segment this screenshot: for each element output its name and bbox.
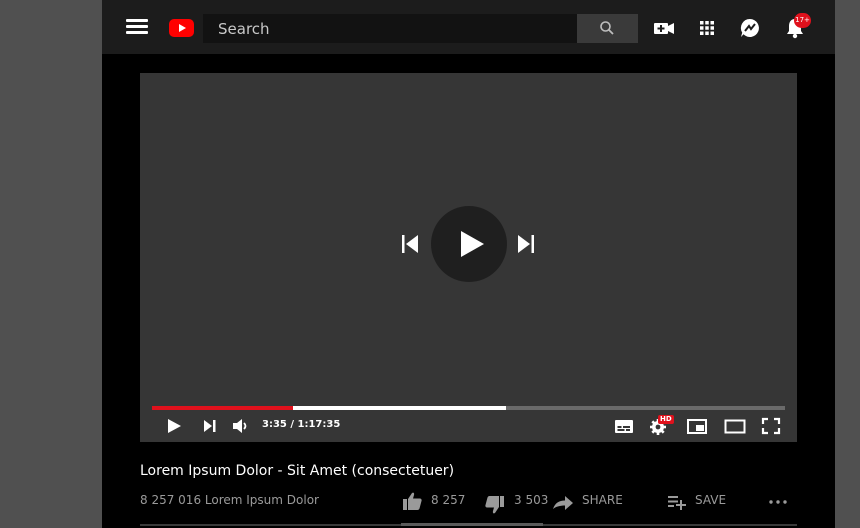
search-input[interactable] [203, 14, 577, 43]
apps-grid-icon[interactable] [694, 15, 720, 41]
thumb-down-icon [485, 496, 504, 514]
theater-icon[interactable] [724, 416, 746, 436]
search-button[interactable] [577, 14, 638, 43]
share-button[interactable]: SHARE [551, 490, 631, 512]
fullscreen-icon[interactable] [760, 416, 782, 436]
create-video-icon[interactable] [651, 15, 677, 41]
menu-icon[interactable] [126, 19, 148, 36]
progress-bar[interactable] [152, 406, 785, 410]
more-icon[interactable] [768, 490, 790, 512]
volume-icon[interactable] [230, 416, 252, 436]
play-button[interactable] [164, 416, 186, 436]
save-label: SAVE [695, 493, 727, 507]
dislike-button[interactable]: 3 503 [484, 490, 554, 514]
share-icon [553, 496, 573, 510]
playlist-add-icon [668, 496, 686, 510]
miniplayer-icon[interactable] [686, 416, 708, 436]
app-window: 17+ 3:35 / 1:17:35 [102, 0, 835, 528]
save-button[interactable]: SAVE [667, 490, 737, 512]
video-player[interactable]: 3:35 / 1:17:35 HD [140, 73, 797, 442]
played-bar [152, 406, 293, 410]
dislike-count: 3 503 [514, 493, 549, 507]
video-title: Lorem Ipsum Dolor - Sit Amet (consectetu… [140, 463, 455, 479]
share-label: SHARE [582, 493, 623, 507]
notification-badge: 17+ [794, 13, 811, 28]
time-display: 3:35 / 1:17:35 [262, 419, 341, 430]
skip-next-icon[interactable] [515, 233, 537, 255]
youtube-logo[interactable] [169, 19, 194, 37]
settings-button[interactable]: HD [648, 415, 674, 436]
play-icon[interactable] [431, 206, 507, 282]
like-button[interactable]: 8 257 [401, 490, 471, 512]
hd-badge: HD [658, 415, 674, 424]
scroll-indicator[interactable] [401, 523, 543, 526]
search-icon [600, 21, 614, 35]
messages-icon[interactable] [737, 15, 763, 41]
like-count: 8 257 [431, 493, 466, 507]
view-count: 8 257 016 Lorem Ipsum Dolor [140, 493, 319, 507]
subtitles-icon[interactable] [613, 416, 635, 436]
top-bar: 17+ [102, 0, 835, 54]
next-button[interactable] [199, 416, 221, 436]
skip-previous-icon[interactable] [399, 233, 421, 255]
thumb-up-icon [403, 492, 422, 510]
